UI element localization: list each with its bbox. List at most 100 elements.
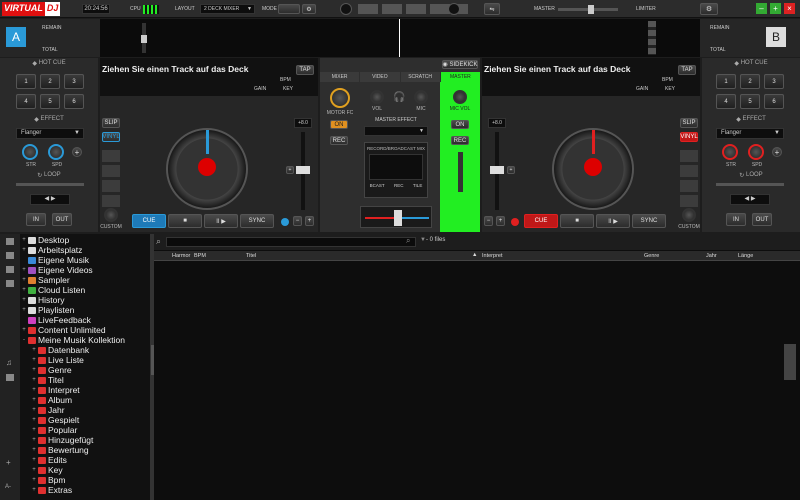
expand-icon[interactable]: + xyxy=(30,365,38,375)
loop-length-display[interactable]: ◀ ▶ xyxy=(730,194,770,205)
tree-item[interactable]: + Datenbank xyxy=(20,345,150,355)
col-interpret[interactable]: Interpret xyxy=(482,253,502,259)
tree-item[interactable]: + Genre xyxy=(20,365,150,375)
bcast-button[interactable]: BCAST xyxy=(370,183,385,188)
master-effect-select[interactable]: ▼ xyxy=(364,126,428,136)
deck-b-minus-button[interactable]: − xyxy=(484,216,493,226)
close-button[interactable]: × xyxy=(784,3,795,14)
tab-master[interactable]: MASTER xyxy=(440,72,480,82)
expand-icon[interactable]: + xyxy=(30,415,38,425)
loop-length-display[interactable]: ◀ ▶ xyxy=(30,194,70,205)
expand-icon[interactable]: + xyxy=(30,395,38,405)
tree-item[interactable]: + Interpret xyxy=(20,385,150,395)
hotcue-pad-4[interactable]: 4 xyxy=(16,94,36,109)
loop-out-button[interactable]: OUT xyxy=(752,213,772,226)
expand-icon[interactable]: - xyxy=(20,335,28,345)
expand-icon[interactable]: + xyxy=(20,285,28,295)
tree-item[interactable]: + Live Liste xyxy=(20,355,150,365)
headphone-icon[interactable]: 🎧 xyxy=(393,92,405,103)
folder-icon[interactable] xyxy=(6,238,14,245)
add-icon[interactable]: + xyxy=(6,458,11,467)
expand-icon[interactable]: + xyxy=(20,265,28,275)
deck-a-pitch-slider[interactable] xyxy=(296,132,310,210)
crossfader[interactable] xyxy=(360,206,432,228)
expand-icon[interactable]: + xyxy=(30,385,38,395)
expand-icon[interactable]: + xyxy=(30,465,38,475)
master-volume-slider[interactable] xyxy=(558,5,618,14)
music-note-icon[interactable]: ♫ xyxy=(6,358,12,367)
col-titel[interactable]: Titel xyxy=(246,253,256,259)
deck-b-pitch-reset[interactable]: + xyxy=(507,166,515,174)
tree-item[interactable]: + Titel xyxy=(20,375,150,385)
expand-icon[interactable]: + xyxy=(30,475,38,485)
mic-knob[interactable] xyxy=(414,90,428,104)
crossfader-handle[interactable] xyxy=(394,210,402,226)
zoom-handle[interactable] xyxy=(141,35,147,43)
hotcue-pad-1[interactable]: 1 xyxy=(716,74,736,89)
tab-scratch[interactable]: SCRATCH xyxy=(400,72,440,82)
tree-item[interactable]: + Popular xyxy=(20,425,150,435)
mic-rec-button[interactable]: REC xyxy=(451,136,469,145)
col-harmor[interactable]: Harmor xyxy=(172,253,190,259)
tree-item[interactable]: + History xyxy=(20,295,150,305)
loop-length-slider[interactable] xyxy=(716,183,784,186)
font-size-icon[interactable]: A- xyxy=(5,484,11,490)
deck-b-plus-button[interactable]: + xyxy=(496,216,505,226)
deck-b-slip-button[interactable]: SLIP xyxy=(680,118,698,128)
deck-a-cue-button[interactable]: CUE xyxy=(132,214,166,228)
tree-item[interactable]: + Desktop xyxy=(20,235,150,245)
sidekick-button[interactable]: ◉ SIDEKICK xyxy=(442,60,478,69)
tree-item[interactable]: + Bpm xyxy=(20,475,150,485)
vol-knob[interactable] xyxy=(370,90,384,104)
col-jahr[interactable]: Jahr xyxy=(706,253,717,259)
sideview-tab[interactable] xyxy=(784,344,796,380)
mode-button[interactable] xyxy=(278,4,300,14)
maximize-button[interactable]: + xyxy=(770,3,781,14)
slider-handle[interactable] xyxy=(588,5,594,14)
tree-item[interactable]: + Gespielt xyxy=(20,415,150,425)
hotcue-pad-5[interactable]: 5 xyxy=(40,94,60,109)
deck-a-play-button[interactable]: II ▶ xyxy=(204,214,238,228)
col-laenge[interactable]: Länge xyxy=(738,253,753,259)
deck-b-custom-knob[interactable] xyxy=(682,208,696,222)
loop-in-button[interactable]: IN xyxy=(726,213,746,226)
deck-b-cue-button[interactable]: CUE xyxy=(524,214,558,228)
waveform-controls[interactable] xyxy=(648,21,656,55)
deck-b-stop-button[interactable]: ■ xyxy=(560,214,594,228)
expand-icon[interactable]: + xyxy=(30,345,38,355)
tree-item[interactable]: LiveFeedback xyxy=(20,315,150,325)
tree-item[interactable]: + Arbeitsplatz xyxy=(20,245,150,255)
mixer-on-button[interactable]: ON xyxy=(330,120,348,129)
deck-a-slip-button[interactable]: SLIP xyxy=(102,118,120,128)
tree-item[interactable]: + Sampler xyxy=(20,275,150,285)
deck-b-pad-column[interactable] xyxy=(680,150,698,210)
expand-icon[interactable]: + xyxy=(30,435,38,445)
tree-item[interactable]: + Hinzugefügt xyxy=(20,435,150,445)
expand-icon[interactable]: + xyxy=(20,295,28,305)
tree-item[interactable]: + Edits xyxy=(20,455,150,465)
deck-a-vinyl-button[interactable]: VINYL xyxy=(102,132,120,142)
expand-icon[interactable]: + xyxy=(30,455,38,465)
tree-item[interactable]: + Key xyxy=(20,465,150,475)
expand-icon[interactable]: + xyxy=(30,485,38,495)
waveform-overview[interactable] xyxy=(100,19,700,57)
effect-spd-knob[interactable] xyxy=(748,144,764,160)
tab-mixer[interactable]: MIXER xyxy=(320,72,360,82)
rec-button[interactable]: REC xyxy=(394,183,404,188)
effect-spd-knob[interactable] xyxy=(48,144,64,160)
tile-button[interactable]: TILE xyxy=(413,183,423,188)
deck-a-custom-knob[interactable] xyxy=(104,208,118,222)
hotcue-pad-2[interactable]: 2 xyxy=(740,74,760,89)
expand-icon[interactable]: + xyxy=(30,375,38,385)
pitch-handle[interactable] xyxy=(490,166,504,174)
hotcue-pad-6[interactable]: 6 xyxy=(64,94,84,109)
effect-str-knob[interactable] xyxy=(722,144,738,160)
search-input[interactable] xyxy=(166,237,416,247)
deck-b-tap-button[interactable]: TAP xyxy=(678,65,696,75)
deck-a-plus-button[interactable]: + xyxy=(305,216,314,226)
settings-center-button[interactable]: ⇋ xyxy=(484,3,500,15)
tree-item[interactable]: + Album xyxy=(20,395,150,405)
deck-b-pitch-slider[interactable] xyxy=(490,132,504,210)
hotcue-pad-4[interactable]: 4 xyxy=(716,94,736,109)
playlist-icon[interactable] xyxy=(6,280,14,287)
